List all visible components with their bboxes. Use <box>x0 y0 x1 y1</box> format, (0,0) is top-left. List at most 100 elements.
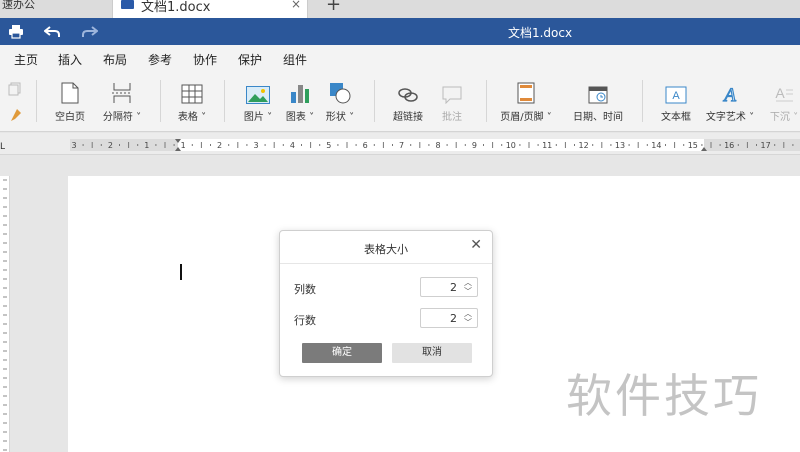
header-footer-button[interactable]: 页眉/页脚 ˅ <box>500 78 552 123</box>
ruler-number: 3 <box>253 141 258 150</box>
text-box-label: 文本框 <box>661 112 691 123</box>
drop-cap-button: A 下沉 ˅ <box>764 78 800 123</box>
new-tab-button[interactable]: + <box>326 0 341 15</box>
shape-icon <box>318 78 362 104</box>
rows-label: 行数 <box>294 314 316 327</box>
ruler-number: 8 <box>435 141 440 150</box>
separator <box>486 80 487 122</box>
picture-label: 图片 ˅ <box>243 112 273 123</box>
picture-button[interactable]: 图片 ˅ <box>236 78 280 123</box>
ruler-number: 11 <box>542 141 552 150</box>
date-time-button[interactable]: 日期、时间 <box>570 78 626 123</box>
ruler-number: 1 <box>144 141 149 150</box>
hyperlink-button[interactable]: 超链接 <box>386 78 430 123</box>
section-break-button[interactable]: 分隔符 ˅ <box>98 78 146 123</box>
ruler-right-margin <box>704 139 800 151</box>
word-art-button[interactable]: A 文字艺术 ˅ <box>704 78 756 123</box>
word-art-icon: A <box>704 78 756 104</box>
text-box-button[interactable]: A 文本框 <box>654 78 698 123</box>
dialog-divider <box>280 263 492 264</box>
svg-text:A: A <box>775 85 785 101</box>
rows-value[interactable]: 2 <box>450 312 457 325</box>
window-title: 文档1.docx <box>507 26 573 40</box>
rows-stepper[interactable]: 2 ︿ ﹀ <box>420 308 478 328</box>
horizontal-ruler[interactable]: 3 2 1 1 2 3 4 5 6 7 8 9 10 11 12 13 14 15 16 17 <box>70 139 800 151</box>
svg-text:A: A <box>672 90 680 102</box>
calendar-icon <box>570 78 626 104</box>
chart-label: 图表 ˅ <box>285 112 315 123</box>
word-art-label: 文字艺术 ˅ <box>705 112 755 123</box>
section-break-label: 分隔符 ˅ <box>102 112 142 123</box>
ruler-number: 1 <box>181 141 186 150</box>
section-break-icon <box>98 78 146 104</box>
ruler-number: 6 <box>363 141 368 150</box>
close-icon[interactable]: ✕ <box>470 237 482 253</box>
columns-value[interactable]: 2 <box>450 281 457 294</box>
ruler-number: 12 <box>579 141 589 150</box>
chevron-up-icon[interactable]: ︿ <box>462 278 474 287</box>
drop-cap-icon: A <box>764 78 800 104</box>
tab-close-icon[interactable]: × <box>291 0 301 11</box>
tab-home[interactable]: 主页 <box>14 51 38 68</box>
tab-layout[interactable]: 布局 <box>103 51 127 68</box>
ruler-number: 16 <box>724 141 734 150</box>
ruler-left-margin <box>70 139 178 151</box>
columns-label: 列数 <box>294 283 316 296</box>
tab-strip: 速办公 文档1.docx × + <box>0 0 800 18</box>
separator <box>224 80 225 122</box>
text-cursor <box>180 264 182 280</box>
blank-page-button[interactable]: 空白页 <box>48 78 92 123</box>
tab-previous[interactable]: 速办公 <box>0 0 108 18</box>
tab-stop-selector[interactable]: L <box>0 142 5 152</box>
hyperlink-label: 超链接 <box>393 112 423 123</box>
watermark: 软件技巧 <box>566 369 762 423</box>
tab-collaborate[interactable]: 协作 <box>193 51 217 68</box>
date-time-label: 日期、时间 <box>573 112 623 123</box>
table-size-dialog: 表格大小 ✕ 列数 2 ︿ ﹀ 行数 2 ︿ ﹀ 确定 取消 <box>279 230 493 377</box>
ruler-number: 7 <box>399 141 404 150</box>
ruler-number: 9 <box>472 141 477 150</box>
document-icon <box>121 0 134 9</box>
table-button[interactable]: 表格 ˅ <box>170 78 214 123</box>
vertical-ruler[interactable] <box>0 176 10 452</box>
ruler-number: 10 <box>506 141 516 150</box>
tab-references[interactable]: 参考 <box>148 51 172 68</box>
chevron-up-icon[interactable]: ︿ <box>462 309 474 318</box>
format-painter-icon[interactable] <box>8 108 22 125</box>
cancel-button[interactable]: 取消 <box>392 343 472 363</box>
separator <box>642 80 643 122</box>
header-footer-label: 页眉/页脚 ˅ <box>500 112 552 123</box>
chart-button[interactable]: 图表 ˅ <box>278 78 322 123</box>
drop-cap-label: 下沉 ˅ <box>769 112 799 123</box>
chevron-down-icon[interactable]: ﹀ <box>462 318 474 327</box>
ruler-number: 2 <box>217 141 222 150</box>
tab-insert[interactable]: 插入 <box>55 51 85 73</box>
columns-stepper[interactable]: 2 ︿ ﹀ <box>420 277 478 297</box>
separator <box>36 80 37 122</box>
ruler-number: 14 <box>651 141 661 150</box>
picture-icon <box>236 78 280 104</box>
tab-components[interactable]: 组件 <box>283 51 307 68</box>
insert-toolbar: 空白页 分隔符 ˅ 表格 ˅ 图片 ˅ 图表 ˅ 形状 ˅ 超链接 批注 页眉/… <box>0 70 800 132</box>
comment-button: 批注 <box>430 78 474 123</box>
separator <box>374 80 375 122</box>
shape-button[interactable]: 形状 ˅ <box>318 78 362 123</box>
shape-label: 形状 ˅ <box>325 112 355 123</box>
comment-label: 批注 <box>442 112 462 123</box>
table-icon <box>170 78 214 104</box>
copy-icon[interactable] <box>8 82 22 99</box>
dialog-title: 表格大小 <box>364 243 408 256</box>
chevron-down-icon[interactable]: ﹀ <box>462 287 474 296</box>
separator <box>160 80 161 122</box>
blank-page-label: 空白页 <box>55 112 85 123</box>
ruler-number: 3 <box>71 141 76 150</box>
ok-button[interactable]: 确定 <box>302 343 382 363</box>
tab-document-title: 文档1.docx <box>141 0 211 15</box>
horizontal-ruler-bar: L 3 2 1 1 2 3 4 5 6 7 8 9 10 11 12 13 14 15 16 17 <box>0 133 800 155</box>
title-bar: 文档1.docx <box>0 18 800 45</box>
tab-protect[interactable]: 保护 <box>238 51 262 68</box>
tab-document[interactable]: 文档1.docx × <box>112 0 308 18</box>
ruler-number: 5 <box>326 141 331 150</box>
text-box-icon: A <box>654 78 698 104</box>
ribbon-tabs: 主页 插入 布局 参考 协作 保护 组件 <box>0 45 800 73</box>
